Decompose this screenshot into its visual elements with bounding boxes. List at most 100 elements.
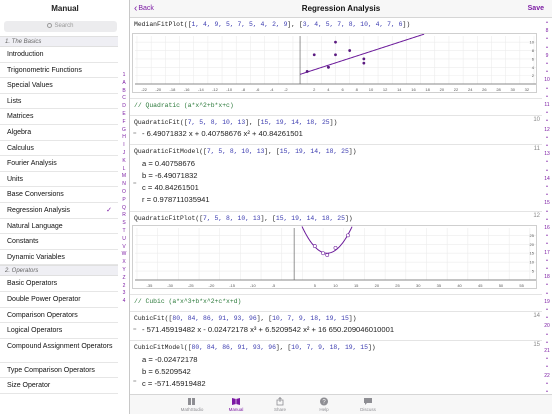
gutter-line-number[interactable]: 19 (542, 299, 552, 305)
toc-item-units[interactable]: Units (0, 172, 118, 188)
index-letter[interactable]: G (119, 127, 129, 135)
section-index[interactable]: 1ABCDEFGHIJKLMNOPQRSTUVWXYZ234 (119, 72, 129, 306)
gutter-dot-icon[interactable]: • (542, 291, 552, 297)
toc-item-trigonometric-functions[interactable]: Trigonometric Functions (0, 63, 118, 79)
gutter-dot-icon[interactable]: • (542, 159, 552, 165)
tab-mathstudio[interactable]: MathStudio (172, 397, 212, 412)
gutter-dot-icon[interactable]: • (542, 217, 552, 223)
line-gutter[interactable]: • 8 • • 9 • • 10 • • 11 • • 12 • • 13 • • 14 • • 15 • • 16 • • 17 • • 1… (542, 18, 552, 395)
gutter-dot-icon[interactable]: • (542, 110, 552, 116)
gutter-line-number[interactable]: 15 (542, 200, 552, 206)
toc-item-calculus[interactable]: Calculus (0, 141, 118, 157)
gutter-line-number[interactable]: 11 (542, 102, 552, 108)
toc-item-special-values[interactable]: Special Values (0, 78, 118, 94)
gutter-dot-icon[interactable]: • (542, 315, 552, 321)
gutter-dot-icon[interactable]: • (542, 233, 552, 239)
index-letter[interactable]: O (119, 189, 129, 197)
notebook-content[interactable]: MedianFitPlot([1, 4, 9, 5, 7, 5, 4, 2, 9… (130, 18, 542, 394)
index-letter[interactable]: M (119, 173, 129, 181)
gutter-dot-icon[interactable]: • (542, 356, 552, 362)
toc-item-size-operator[interactable]: Size Operator (0, 378, 118, 394)
toc-item-algebra[interactable]: Algebra (0, 125, 118, 141)
index-letter[interactable]: H (119, 134, 129, 142)
code-line[interactable]: QuadraticFitPlot([7, 5, 8, 10, 13], [15,… (134, 215, 353, 222)
index-letter[interactable]: J (119, 150, 129, 158)
tab-help[interactable]: ? Help (304, 397, 344, 412)
tab-share[interactable]: Share (260, 397, 300, 412)
gutter-line-number[interactable]: 21 (542, 348, 552, 354)
toc-item-fourier-analysis[interactable]: Fourier Analysis (0, 156, 118, 172)
index-letter[interactable]: 4 (119, 298, 129, 306)
index-letter[interactable]: X (119, 259, 129, 267)
index-letter[interactable]: K (119, 158, 129, 166)
cell-cubic-fit-model[interactable]: CubicFitModel([80, 84, 86, 91, 93, 96], … (130, 341, 542, 394)
code-line[interactable]: CubicFitModel([80, 84, 86, 91, 93, 96], … (134, 344, 376, 351)
cell-quadratic-fit-plot[interactable]: QuadraticFitPlot([7, 5, 8, 10, 13], [15,… (130, 212, 542, 292)
gutter-dot-icon[interactable]: • (542, 184, 552, 190)
cell-comment-quadratic[interactable]: // Quadratic (a*x^2+b*x+c) (130, 99, 542, 115)
index-letter[interactable]: C (119, 95, 129, 103)
index-letter[interactable]: T (119, 228, 129, 236)
gutter-dot-icon[interactable]: • (542, 45, 552, 51)
index-letter[interactable]: A (119, 80, 129, 88)
index-letter[interactable]: W (119, 251, 129, 259)
gutter-dot-icon[interactable]: • (542, 266, 552, 272)
gutter-line-number[interactable]: 12 (542, 127, 552, 133)
gutter-dot-icon[interactable]: • (542, 94, 552, 100)
tab-discuss[interactable]: Discuss (348, 397, 388, 412)
toc-item-natural-language[interactable]: Natural Language (0, 219, 118, 235)
gutter-line-number[interactable]: 10 (542, 77, 552, 83)
tab-manual[interactable]: Manual (216, 397, 256, 412)
toc-item-constants[interactable]: Constants (0, 234, 118, 250)
gutter-dot-icon[interactable]: • (542, 258, 552, 264)
gutter-dot-icon[interactable]: • (542, 340, 552, 346)
index-letter[interactable]: L (119, 166, 129, 174)
toc-item-dynamic-variables[interactable]: Dynamic Variables (0, 250, 118, 266)
toc-item-logical-operators[interactable]: Logical Operators (0, 323, 118, 339)
gutter-dot-icon[interactable]: • (542, 364, 552, 370)
code-line[interactable]: CubicFit([80, 84, 86, 91, 93, 96], [10, … (134, 315, 356, 322)
gutter-line-number[interactable]: 17 (542, 250, 552, 256)
toc-item-comparison-operators[interactable]: Comparison Operators (0, 308, 118, 324)
index-letter[interactable]: I (119, 142, 129, 150)
gutter-dot-icon[interactable]: • (542, 282, 552, 288)
toc-item-matrices[interactable]: Matrices (0, 109, 118, 125)
gutter-dot-icon[interactable]: • (542, 61, 552, 67)
index-letter[interactable]: N (119, 181, 129, 189)
toc-item-introduction[interactable]: Introduction (0, 47, 118, 63)
index-letter[interactable]: Z (119, 275, 129, 283)
cell-cubic-fit[interactable]: CubicFit([80, 84, 86, 91, 93, 96], [10, … (130, 312, 542, 340)
code-line[interactable]: QuadraticFitModel([7, 5, 8, 10, 13], [15… (134, 148, 356, 155)
index-letter[interactable]: V (119, 244, 129, 252)
save-button[interactable]: Save (528, 0, 544, 18)
index-letter[interactable]: 1 (119, 72, 129, 80)
gutter-line-number[interactable]: 18 (542, 274, 552, 280)
gutter-line-number[interactable]: 8 (542, 28, 552, 34)
toc-item-lists[interactable]: Lists (0, 94, 118, 110)
gutter-dot-icon[interactable]: • (542, 36, 552, 42)
back-button[interactable]: ‹Back (134, 0, 154, 18)
index-letter[interactable]: Q (119, 205, 129, 213)
gutter-dot-icon[interactable]: • (542, 332, 552, 338)
gutter-dot-icon[interactable]: • (542, 69, 552, 75)
gutter-line-number[interactable]: 22 (542, 373, 552, 379)
median-fit-plot[interactable]: -22 -20 -18 -16 -14 -12 -10 -8 -6 -4 -2 2 4 6 8 10 12 14 1… (132, 33, 537, 93)
toc-item-type-comparison-operators[interactable]: Type Comparison Operators (0, 363, 118, 379)
gutter-dot-icon[interactable]: • (542, 118, 552, 124)
gutter-line-number[interactable]: 16 (542, 225, 552, 231)
gutter-dot-icon[interactable]: • (542, 20, 552, 26)
cell-quadratic-fit[interactable]: QuadraticFit([7, 5, 8, 10, 13], [15, 19,… (130, 116, 542, 144)
toc-item-base-conversions[interactable]: Base Conversions (0, 187, 118, 203)
gutter-dot-icon[interactable]: • (542, 86, 552, 92)
cell-median-fit-plot[interactable]: MedianFitPlot([1, 4, 9, 5, 7, 5, 4, 2, 9… (130, 18, 542, 98)
toc-item-compound-assignment-operators[interactable]: Compound Assignment Operators (0, 339, 118, 363)
index-letter[interactable]: F (119, 119, 129, 127)
gutter-line-number[interactable]: 13 (542, 151, 552, 157)
index-letter[interactable]: Y (119, 267, 129, 275)
cell-comment-cubic[interactable]: // Cubic (a*x^3+b*x^2+c*x+d) (130, 295, 542, 311)
gutter-line-number[interactable]: 14 (542, 176, 552, 182)
gutter-dot-icon[interactable]: • (542, 381, 552, 387)
index-letter[interactable]: U (119, 236, 129, 244)
gutter-dot-icon[interactable]: • (542, 135, 552, 141)
index-letter[interactable]: 2 (119, 283, 129, 291)
